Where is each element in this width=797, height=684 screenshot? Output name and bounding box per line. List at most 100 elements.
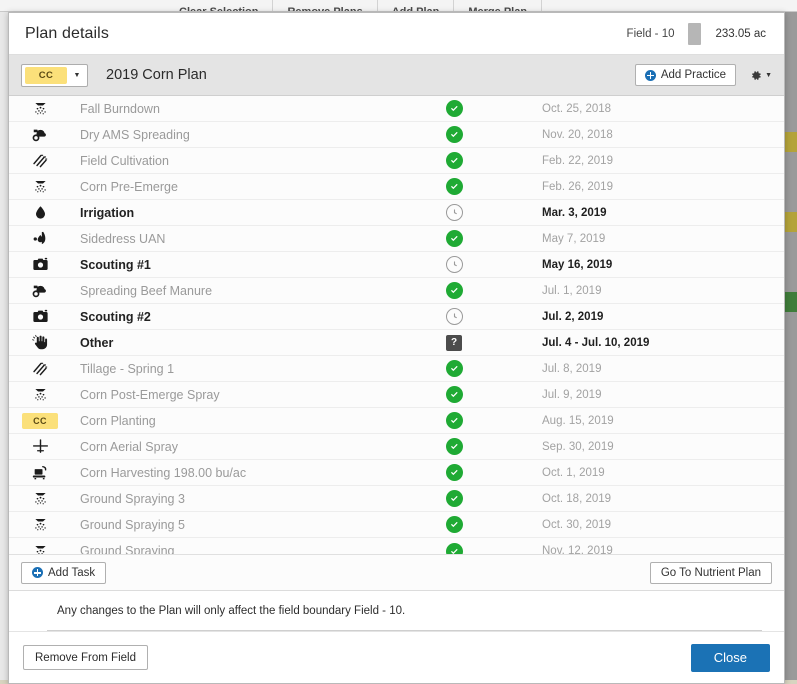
task-date: May 7, 2019 <box>542 232 606 245</box>
status-complete-icon <box>445 516 463 533</box>
add-task-button[interactable]: Add Task <box>21 561 107 584</box>
status-complete-icon <box>445 282 463 299</box>
task-status <box>424 438 484 455</box>
task-row[interactable]: Corn Harvesting 198.00 bu/ac Oct. 1, 2019 <box>9 460 784 486</box>
bg-menu-clear-selection[interactable]: Clear Selection <box>165 0 274 11</box>
sprayer-icon <box>34 545 46 554</box>
task-row[interactable]: Tillage - Spring 1 Jul. 8, 2019 <box>9 356 784 382</box>
task-name: Corn Post-Emerge Spray <box>80 387 220 402</box>
task-type-icon <box>9 360 71 378</box>
task-row[interactable]: Ground Spraying 5 Oct. 30, 2019 <box>9 512 784 538</box>
status-complete-icon <box>445 412 463 429</box>
status-complete-icon <box>445 126 463 143</box>
task-row[interactable]: Field Cultivation Feb. 22, 2019 <box>9 148 784 174</box>
plan-toolbar: CC ▼ 2019 Corn Plan Add Practice ▼ <box>9 55 784 96</box>
task-list[interactable]: Fall Burndown Oct. 25, 2018 Dry AMS Spread… <box>9 96 784 555</box>
task-row[interactable]: Sidedress UAN May 7, 2019 <box>9 226 784 252</box>
task-type-icon <box>9 542 71 554</box>
task-date: Feb. 26, 2019 <box>542 180 613 193</box>
task-status <box>424 542 484 554</box>
task-date: Jul. 8, 2019 <box>542 362 602 375</box>
close-button[interactable]: Close <box>690 643 770 672</box>
task-date: Oct. 25, 2018 <box>542 102 612 115</box>
task-type-icon <box>9 177 71 196</box>
task-date: Oct. 1, 2019 <box>542 466 605 479</box>
sprayer-icon <box>34 180 46 193</box>
task-row[interactable]: Other? Jul. 4 - Jul. 10, 2019 <box>9 330 784 356</box>
task-date: Sep. 30, 2019 <box>542 440 614 453</box>
go-to-nutrient-plan-button[interactable]: Go To Nutrient Plan <box>649 561 772 584</box>
status-unknown-icon: ? <box>446 334 462 351</box>
task-row[interactable]: Scouting #2 Jul. 2, 2019 <box>9 304 784 330</box>
task-name: Ground Spraying <box>80 544 175 555</box>
bg-menu-merge-plan[interactable]: Merge Plan <box>454 0 543 11</box>
task-type-icon <box>9 489 71 508</box>
camera-icon <box>32 257 48 271</box>
task-row[interactable]: Scouting #1 May 16, 2019 <box>9 252 784 278</box>
task-row[interactable]: Dry AMS Spreading Nov. 20, 2018 <box>9 122 784 148</box>
task-name: Spreading Beef Manure <box>80 283 213 298</box>
chevron-down-icon: ▼ <box>73 71 81 79</box>
crop-type-dropdown[interactable]: CC ▼ <box>21 63 88 87</box>
task-date: Aug. 15, 2019 <box>542 414 614 427</box>
task-status <box>424 230 484 247</box>
task-type-icon <box>9 333 71 352</box>
task-row[interactable]: Spreading Beef Manure Jul. 1, 2019 <box>9 278 784 304</box>
task-type-icon <box>9 463 71 483</box>
task-type-icon <box>9 437 71 456</box>
task-date: Feb. 22, 2019 <box>542 154 613 167</box>
task-status <box>424 126 484 143</box>
task-status <box>424 386 484 403</box>
plan-note: Any changes to the Plan will only affect… <box>9 591 784 631</box>
task-status <box>424 308 484 325</box>
task-status <box>424 152 484 169</box>
task-row[interactable]: Fall Burndown Oct. 25, 2018 <box>9 96 784 122</box>
plan-details-dialog: Plan details Field - 10 233.05 ac CC ▼ 2… <box>8 12 785 684</box>
task-type-icon <box>9 204 71 221</box>
task-row[interactable]: Corn Post-Emerge Spray Jul. 9, 2019 <box>9 382 784 408</box>
header-field-info: Field - 10 233.05 ac <box>626 22 770 45</box>
task-name: Other <box>80 335 114 350</box>
remove-from-field-button[interactable]: Remove From Field <box>23 645 148 670</box>
task-row[interactable]: Corn Pre-Emerge Feb. 26, 2019 <box>9 174 784 200</box>
task-date: May 16, 2019 <box>542 258 613 271</box>
field-name-label: Field - 10 <box>626 27 675 40</box>
task-row[interactable]: Ground Spraying 3 Oct. 18, 2019 <box>9 486 784 512</box>
task-date: Jul. 2, 2019 <box>542 310 604 323</box>
bg-menu-add-plan[interactable]: Add Plan <box>378 0 455 11</box>
task-row[interactable]: Irrigation Mar. 3, 2019 <box>9 200 784 226</box>
task-row[interactable]: Corn Aerial Spray Sep. 30, 2019 <box>9 434 784 460</box>
task-name: Ground Spraying 3 <box>80 491 185 506</box>
task-type-icon <box>9 255 71 274</box>
task-row[interactable]: CC Corn Planting Aug. 15, 2019 <box>9 408 784 434</box>
task-name: Dry AMS Spreading <box>80 127 190 142</box>
status-complete-icon <box>445 100 463 117</box>
task-row[interactable]: Ground Spraying Nov. 12, 2019 <box>9 538 784 555</box>
bg-menu-remove-plans[interactable]: Remove Plans <box>273 0 378 11</box>
task-type-icon <box>9 229 71 248</box>
spreader-icon <box>32 285 46 297</box>
task-date: Jul. 1, 2019 <box>542 284 602 297</box>
add-practice-button[interactable]: Add Practice <box>634 64 737 86</box>
crop-chip-badge: CC <box>25 66 67 84</box>
task-date: Oct. 30, 2019 <box>542 518 612 531</box>
airplane-icon <box>32 439 48 453</box>
status-complete-icon <box>445 490 463 507</box>
spreader-icon <box>32 129 46 141</box>
task-status <box>424 256 484 273</box>
task-date: Mar. 3, 2019 <box>542 206 607 219</box>
task-type-icon <box>9 152 71 170</box>
settings-menu-button[interactable]: ▼ <box>746 68 774 83</box>
task-name: Fall Burndown <box>80 101 160 116</box>
task-type-icon <box>9 99 71 118</box>
task-name: Scouting #1 <box>80 257 151 272</box>
plan-note-text: Any changes to the Plan will only affect… <box>57 605 406 617</box>
field-color-swatch <box>688 22 702 45</box>
liquid-fertilizer-icon <box>33 231 45 245</box>
task-status <box>424 490 484 507</box>
harvester-icon <box>32 465 47 479</box>
camera-icon <box>32 309 48 323</box>
status-complete-icon <box>445 152 463 169</box>
background-app-toolbar: Clear Selection Remove Plans Add Plan Me… <box>0 0 797 12</box>
status-complete-icon <box>445 178 463 195</box>
